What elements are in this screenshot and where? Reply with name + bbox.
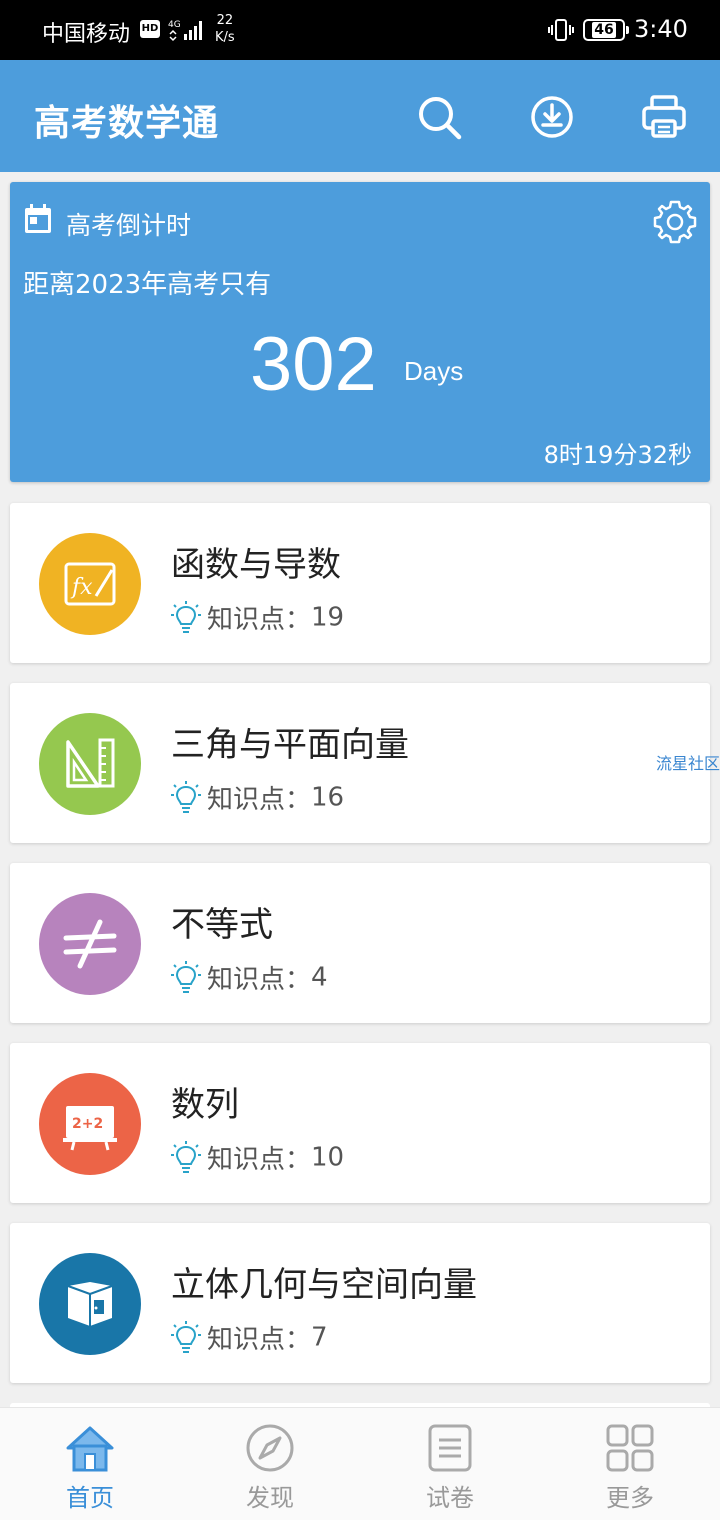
vibrate-icon — [548, 19, 574, 41]
topic-icon-circle — [39, 713, 141, 815]
nav-discover[interactable]: 发现 — [180, 1408, 360, 1520]
topic-name: 函数与导数 — [171, 545, 341, 585]
topic-icon-circle — [39, 1253, 141, 1355]
nav-home[interactable]: 首页 — [0, 1408, 180, 1520]
lightbulb-icon — [171, 1320, 201, 1353]
status-bar: 中国移动 HD 4G 22 K/s 46 3:40 — [0, 0, 720, 60]
svg-text:2+2: 2+2 — [72, 1116, 103, 1132]
remaining-time: 8时19分32秒 — [543, 441, 692, 469]
knowledge-count: 19 — [311, 602, 345, 633]
topic-icon-circle: 2+2 — [39, 1073, 141, 1175]
home-icon — [66, 1426, 114, 1472]
topic-name: 数列 — [171, 1085, 239, 1125]
topic-icon-circle: fx — [39, 533, 141, 635]
network-speed: 22 K/s — [215, 12, 235, 46]
speed-unit: K/s — [215, 30, 235, 45]
knowledge-count: 16 — [311, 782, 345, 813]
topic-card-inequalities[interactable]: 不等式 知识点：4 — [10, 863, 710, 1023]
knowledge-label: 知识点： — [207, 1145, 312, 1175]
watermark: 流星社区 — [656, 754, 720, 773]
exam-countdown-card[interactable]: 高考倒计时 距离2023年高考只有 302 Days 8时19分32秒 — [10, 182, 710, 482]
ruler-triangle-icon — [66, 738, 115, 788]
settings-gear-icon[interactable] — [651, 198, 699, 246]
lightbulb-icon — [171, 600, 201, 633]
knowledge-count: 4 — [311, 962, 328, 993]
knowledge-count: 7 — [311, 1322, 328, 1353]
knowledge-label: 知识点： — [207, 1325, 312, 1355]
nav-label: 发现 — [246, 1484, 294, 1512]
lightbulb-icon — [171, 1140, 201, 1173]
knowledge-points: 知识点：4 — [171, 959, 328, 995]
topic-card-solid-geometry[interactable]: 立体几何与空间向量 知识点：7 — [10, 1223, 710, 1383]
battery-indicator: 46 — [583, 19, 629, 41]
topic-name: 不等式 — [171, 905, 273, 945]
nav-label: 试卷 — [426, 1484, 474, 1512]
document-icon — [428, 1424, 472, 1472]
carrier-name: 中国移动 — [42, 22, 131, 47]
countdown-title: 高考倒计时 — [66, 211, 192, 240]
topic-name: 三角与平面向量 — [171, 725, 409, 765]
app-bar: 高考数学通 — [0, 60, 720, 172]
hd-badge: HD — [140, 20, 160, 38]
speed-value: 22 — [216, 13, 234, 28]
nav-label: 更多 — [606, 1484, 654, 1512]
topic-name: 立体几何与空间向量 — [171, 1265, 477, 1305]
knowledge-count: 10 — [311, 1142, 345, 1173]
days-remaining: 302 — [250, 322, 377, 407]
grid-icon — [606, 1424, 654, 1472]
blackboard-icon: 2+2 — [63, 1106, 117, 1151]
countdown-subtitle: 距离2023年高考只有 — [23, 270, 272, 300]
topic-card-functions[interactable]: fx 函数与导数 知识点：19 — [10, 503, 710, 663]
search-icon[interactable] — [416, 94, 462, 140]
svg-text:4G: 4G — [168, 20, 181, 30]
knowledge-points: 知识点：7 — [171, 1319, 328, 1355]
knowledge-label: 知识点： — [207, 965, 312, 995]
topic-card-sequences[interactable]: 2+2 数列 知识点：10 — [10, 1043, 710, 1203]
knowledge-label: 知识点： — [207, 785, 312, 815]
nav-label: 首页 — [66, 1484, 114, 1512]
app-title: 高考数学通 — [34, 103, 220, 144]
topic-card-trigonometry[interactable]: 三角与平面向量 知识点：16 — [10, 683, 710, 843]
nav-papers[interactable]: 试卷 — [360, 1408, 540, 1520]
battery-level: 46 — [592, 22, 616, 38]
signal-icon: 4G — [168, 20, 202, 42]
days-unit: Days — [404, 356, 464, 386]
knowledge-points: 知识点：19 — [171, 599, 345, 635]
svg-text:fx: fx — [70, 575, 93, 600]
compass-icon — [246, 1424, 294, 1472]
clock: 3:40 — [634, 15, 688, 43]
not-equal-icon — [63, 919, 117, 969]
lightbulb-icon — [171, 960, 201, 993]
cube-icon — [67, 1282, 113, 1326]
function-icon: fx — [64, 562, 116, 606]
lightbulb-icon — [171, 780, 201, 813]
topic-icon-circle — [39, 893, 141, 995]
print-icon[interactable] — [641, 94, 687, 140]
download-icon[interactable] — [529, 94, 575, 140]
knowledge-label: 知识点： — [207, 605, 312, 635]
nav-more[interactable]: 更多 — [540, 1408, 720, 1520]
calendar-icon — [25, 204, 51, 233]
bottom-navigation: 首页 发现 试卷 更多 — [0, 1407, 720, 1520]
knowledge-points: 知识点：10 — [171, 1139, 345, 1175]
knowledge-points: 知识点：16 — [171, 779, 345, 815]
